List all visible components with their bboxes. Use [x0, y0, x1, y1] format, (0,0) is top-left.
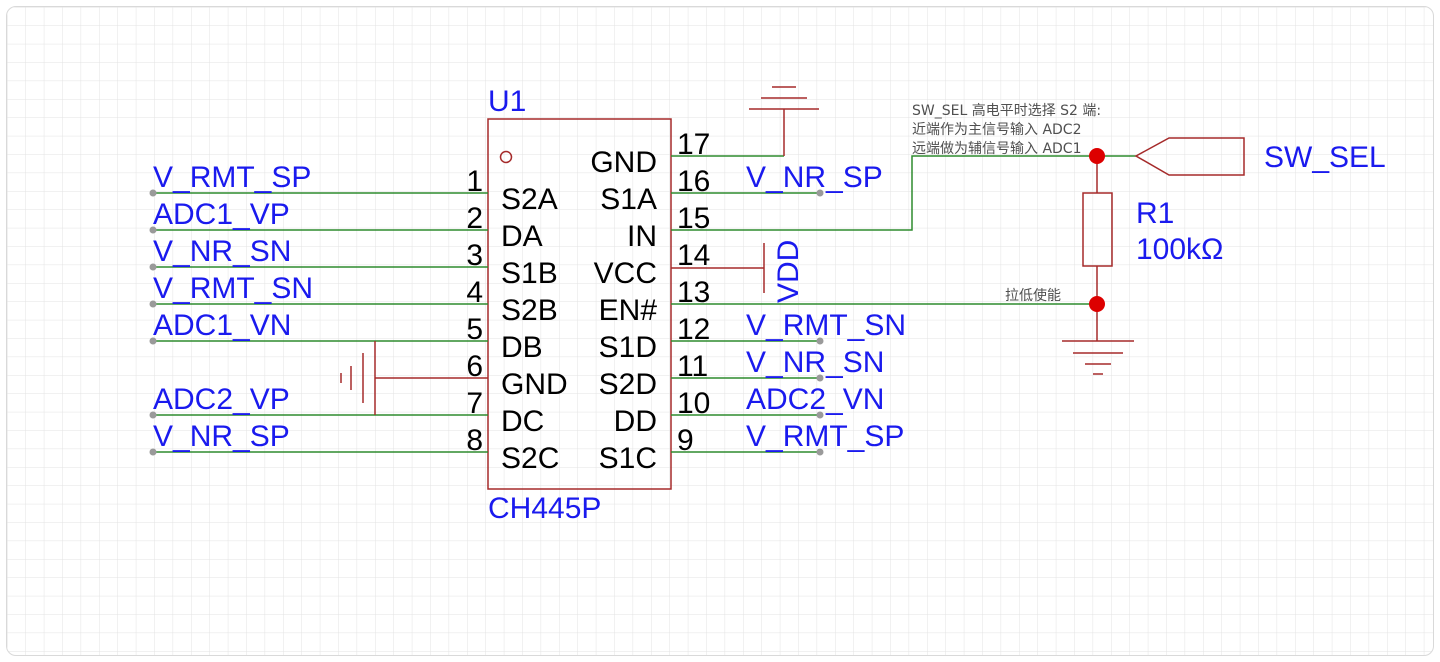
pin-number: 7 — [466, 387, 483, 420]
pin-number: 2 — [466, 202, 483, 235]
pin-name: S1D — [599, 331, 657, 364]
pin-number: 14 — [677, 239, 710, 272]
net-label: ADC1_VN — [153, 309, 291, 342]
port-label: SW_SEL — [1264, 141, 1386, 174]
pin-number: 1 — [466, 165, 483, 198]
pin-name: S1A — [600, 183, 657, 216]
pin-number: 16 — [677, 165, 710, 198]
pin-number: 8 — [466, 424, 483, 457]
pin-name: GND — [590, 146, 657, 179]
schematic-frame: U1 CH445P V_RMT_SP 1 S2A ADC1_VP 2 DA V_NR_SN 3… — [6, 6, 1434, 656]
pin-name: S1C — [599, 442, 657, 475]
note-sel-line3: 远端做为辅信号输入 ADC1 — [912, 141, 1082, 157]
net-label: ADC2_VP — [153, 383, 290, 416]
note-en: 拉低使能 — [1005, 287, 1061, 304]
net-label: V_NR_SN — [153, 235, 291, 268]
pin-name: S2A — [501, 183, 558, 216]
pin-name: EN# — [599, 294, 658, 327]
schematic-canvas: U1 CH445P V_RMT_SP 1 S2A ADC1_VP 2 DA V_NR_SN 3… — [7, 7, 1433, 655]
pin-number: 4 — [466, 276, 483, 309]
r1-value: 100kΩ — [1136, 233, 1223, 266]
net-label: V_NR_SP — [746, 161, 883, 194]
r1-ref: R1 — [1136, 197, 1174, 230]
junction-sw-sel — [1089, 148, 1105, 164]
net-label: ADC1_VP — [153, 198, 290, 231]
pin-number: 12 — [677, 313, 710, 346]
pin-number: 10 — [677, 387, 710, 420]
net-label: V_NR_SN — [746, 346, 884, 379]
note-sel-line2: 近端作为主信号输入 ADC2 — [912, 122, 1082, 138]
pin-name: DA — [501, 220, 543, 253]
pin-name: S1B — [501, 257, 558, 290]
net-label: V_NR_SP — [153, 420, 290, 453]
pin-name: DD — [614, 405, 657, 438]
pin-number: 3 — [466, 239, 483, 272]
pin-name: VCC — [594, 257, 657, 290]
pin-name: S2C — [501, 442, 559, 475]
junction-en — [1089, 296, 1105, 312]
pin-number: 11 — [677, 350, 708, 383]
pin-number: 9 — [677, 424, 694, 457]
pin-name: S2B — [501, 294, 558, 327]
u1-part: CH445P — [488, 492, 601, 525]
net-label: ADC2_VN — [746, 383, 884, 416]
u1-ref: U1 — [488, 85, 526, 118]
net-label: V_RMT_SN — [153, 272, 313, 305]
vdd-label: VDD — [772, 240, 805, 303]
pin-name: GND — [501, 368, 568, 401]
pin-number: 5 — [466, 313, 483, 346]
pin-name: S2D — [599, 368, 657, 401]
net-label: V_RMT_SP — [153, 161, 311, 194]
net-label: V_RMT_SN — [746, 309, 906, 342]
pin-name: DB — [501, 331, 543, 364]
pin-name: DC — [501, 405, 544, 438]
pin-name: IN — [627, 220, 657, 253]
net-label: V_RMT_SP — [746, 420, 904, 453]
note-sel-line1: SW_SEL 高电平时选择 S2 端: — [912, 102, 1101, 119]
